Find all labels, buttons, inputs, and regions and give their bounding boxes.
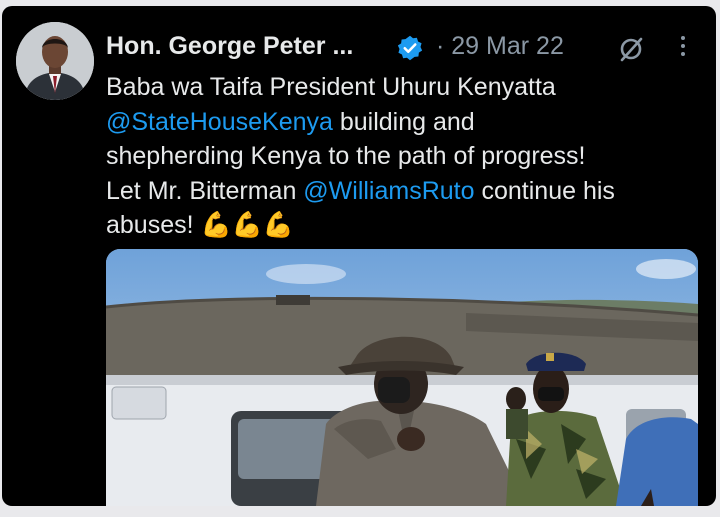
tweet-line-5: abuses! 💪💪💪 xyxy=(106,208,706,243)
photo-scene xyxy=(106,249,698,506)
mention-williamsruto[interactable]: @WilliamsRuto xyxy=(303,177,474,205)
tweet-header: Hon. George Peter ... · 29 Mar 22 xyxy=(106,28,706,68)
tweet-text-segment: Let Mr. Bitterman xyxy=(106,176,304,205)
date-separator: · xyxy=(436,32,445,60)
mention-statehousekenya[interactable]: @StateHouseKenya xyxy=(106,108,333,136)
flexed-biceps-emoji: 💪💪💪 xyxy=(200,211,294,239)
author-name[interactable]: Hon. George Peter ... xyxy=(106,32,353,61)
tweet-line-1: Baba wa Taifa President Uhuru Kenyatta xyxy=(106,70,706,105)
tweet-text-segment: continue his xyxy=(474,176,615,205)
verified-badge-icon xyxy=(397,35,423,61)
avatar[interactable] xyxy=(16,22,94,100)
tweet-card[interactable]: Hon. George Peter ... · 29 Mar 22 Baba w… xyxy=(2,6,716,506)
tweet-photo[interactable] xyxy=(106,249,698,506)
grok-icon[interactable] xyxy=(616,34,646,64)
tweet-text-segment: building and xyxy=(332,107,475,136)
tweet-text: Baba wa Taifa President Uhuru Kenyatta @… xyxy=(106,70,706,243)
screenshot-frame: Hon. George Peter ... · 29 Mar 22 Baba w… xyxy=(0,0,720,517)
tweet-line-3: shepherding Kenya to the path of progres… xyxy=(106,139,706,174)
date-text: 29 Mar 22 xyxy=(451,32,564,60)
tweet-text-segment: shepherding Kenya to the path of progres… xyxy=(106,142,586,170)
tweet-line-2: @StateHouseKenya building and xyxy=(106,105,706,140)
tweet-text-segment: Baba wa Taifa President Uhuru Kenyatta xyxy=(106,73,556,101)
more-options-icon[interactable] xyxy=(676,32,690,64)
tweet-text-segment: abuses! xyxy=(106,211,194,239)
tweet-date[interactable]: · 29 Mar 22 xyxy=(436,32,564,61)
tweet-line-4: Let Mr. Bitterman @WilliamsRuto continue… xyxy=(106,174,706,209)
